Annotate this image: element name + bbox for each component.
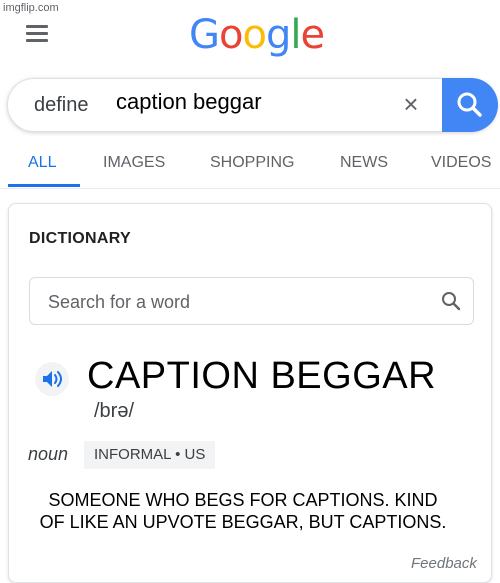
definition-line: OF LIKE AN UPVOTE BEGGAR, BUT CAPTIONS. bbox=[39, 512, 447, 532]
part-of-speech: noun bbox=[28, 444, 69, 464]
tab-images[interactable]: IMAGES bbox=[103, 154, 165, 172]
tab-shopping[interactable]: SHOPPING bbox=[210, 154, 294, 172]
logo-letter: o bbox=[219, 12, 244, 58]
word-search-input[interactable] bbox=[31, 279, 440, 325]
definition-text: SOMEONE WHO BEGS FOR CAPTIONS. KIND OF L… bbox=[1, 489, 485, 533]
search-button[interactable] bbox=[442, 78, 498, 132]
logo-letter: e bbox=[300, 12, 325, 58]
tab-news[interactable]: NEWS bbox=[340, 154, 388, 172]
logo-letter: o bbox=[242, 12, 267, 58]
watermark-text: imgflip.com bbox=[3, 2, 59, 14]
logo-letter: l bbox=[290, 12, 301, 58]
speaker-icon[interactable] bbox=[35, 362, 69, 396]
search-query-value[interactable]: caption beggar bbox=[116, 89, 262, 115]
search-bar[interactable]: define caption beggar × bbox=[7, 78, 498, 132]
hamburger-menu-icon[interactable] bbox=[26, 25, 48, 42]
search-tabs: ALL IMAGES SHOPPING NEWS VIDEOS bbox=[0, 150, 500, 187]
tab-all[interactable]: ALL bbox=[28, 154, 56, 172]
logo-letter: G bbox=[189, 12, 220, 58]
logo-letter: g bbox=[265, 12, 291, 58]
word-search-box[interactable] bbox=[29, 277, 474, 325]
dictionary-title: DICTIONARY bbox=[29, 230, 131, 247]
google-logo[interactable]: Google bbox=[189, 12, 325, 58]
feedback-link[interactable]: Feedback bbox=[411, 555, 477, 572]
search-icon[interactable] bbox=[440, 290, 462, 312]
phonetic-spelling: /brə/ bbox=[94, 400, 135, 422]
close-icon[interactable]: × bbox=[398, 91, 424, 117]
divider bbox=[0, 188, 500, 189]
tab-videos[interactable]: VIDEOS bbox=[431, 154, 491, 172]
register-badge: INFORMAL • US bbox=[84, 441, 216, 469]
active-tab-indicator bbox=[8, 184, 80, 187]
dictionary-card: DICTIONARY CAPTION BEGGAR /brə/ noun INF… bbox=[8, 203, 492, 583]
headword: CAPTION BEGGAR bbox=[87, 355, 437, 397]
search-icon bbox=[457, 92, 482, 117]
definition-line: SOMEONE WHO BEGS FOR CAPTIONS. KIND bbox=[48, 490, 438, 510]
search-query-prefix[interactable]: define bbox=[34, 94, 89, 117]
